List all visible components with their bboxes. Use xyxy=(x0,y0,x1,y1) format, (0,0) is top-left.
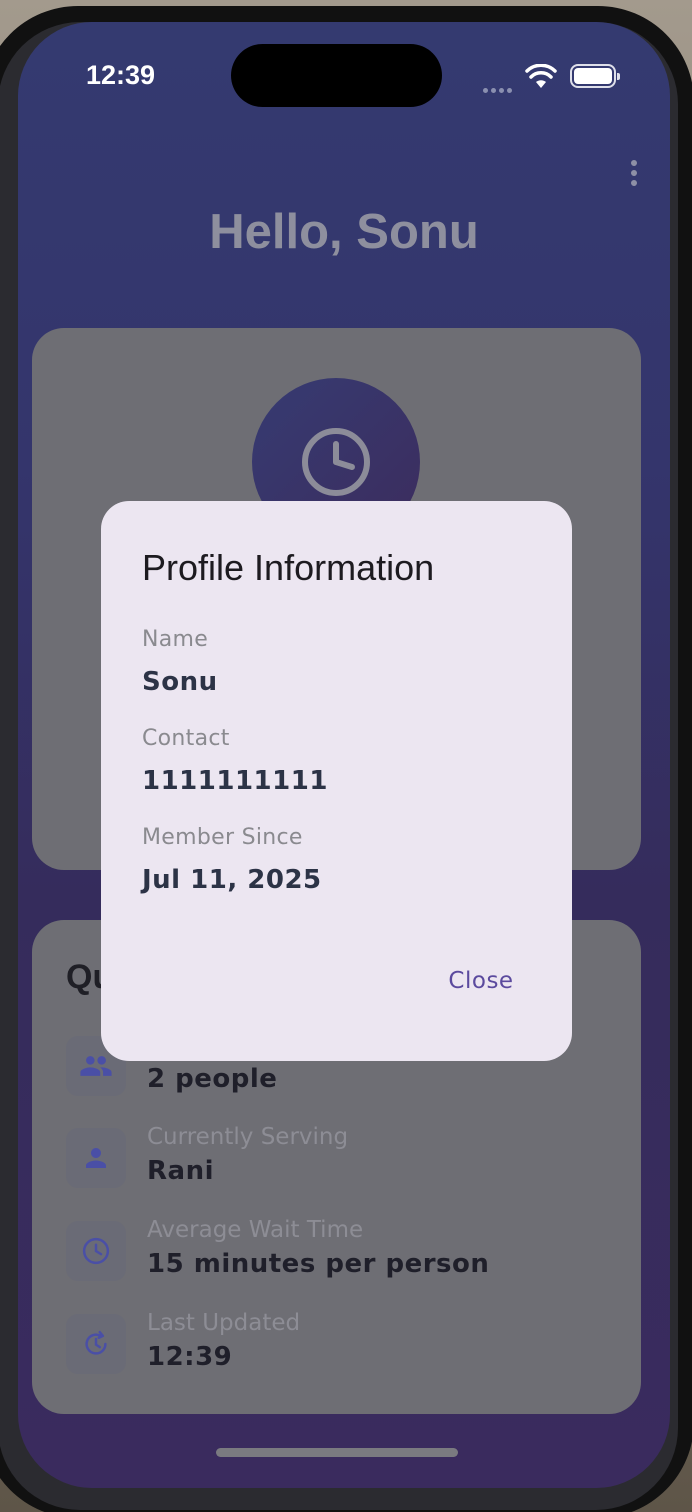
more-options-icon[interactable] xyxy=(622,156,646,192)
field-label-member-since: Member Since xyxy=(142,825,303,850)
status-time: 12:39 xyxy=(86,60,156,90)
home-indicator[interactable] xyxy=(216,1448,458,1457)
battery-icon xyxy=(570,64,620,88)
clock-icon xyxy=(66,1221,126,1281)
dynamic-island xyxy=(231,44,442,107)
profile-dialog: Profile Information Name Sonu Contact 11… xyxy=(101,501,572,1061)
info-value: 12:39 xyxy=(147,1342,233,1372)
dialog-title: Profile Information xyxy=(142,547,435,588)
info-label: Average Wait Time xyxy=(147,1217,364,1243)
field-label-contact: Contact xyxy=(142,726,230,751)
field-value-contact: 1111111111 xyxy=(142,766,328,796)
status-bar: 12:39 xyxy=(18,22,670,132)
field-label-name: Name xyxy=(142,627,209,652)
info-row-last-updated: Last Updated 12:39 xyxy=(66,1310,626,1376)
refresh-clock-icon xyxy=(66,1314,126,1374)
info-row-average-wait: Average Wait Time 15 minutes per person xyxy=(66,1217,626,1283)
person-icon xyxy=(66,1128,126,1188)
info-value: Rani xyxy=(147,1156,214,1186)
info-value: 2 people xyxy=(147,1064,278,1094)
field-value-member-since: Jul 11, 2025 xyxy=(142,865,322,895)
close-button[interactable]: Close xyxy=(431,961,531,1001)
wifi-icon xyxy=(525,64,557,88)
page-title: Hello, Sonu xyxy=(209,205,479,259)
info-value: 15 minutes per person xyxy=(147,1249,490,1279)
signal-icon xyxy=(483,80,517,93)
info-row-currently-serving: Currently Serving Rani xyxy=(66,1124,626,1190)
clock-icon xyxy=(302,428,370,496)
field-value-name: Sonu xyxy=(142,667,218,697)
info-label: Last Updated xyxy=(147,1310,301,1336)
info-label: Currently Serving xyxy=(147,1124,349,1150)
